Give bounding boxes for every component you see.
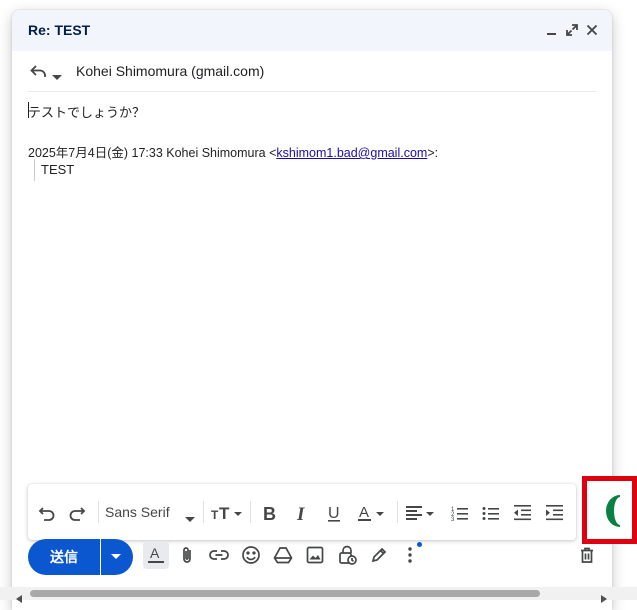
separator xyxy=(98,501,99,523)
indent-more-icon[interactable] xyxy=(546,503,564,523)
separator xyxy=(250,501,251,523)
link-icon[interactable] xyxy=(209,545,229,565)
quote-header: 2025年7月4日(金) 17:33 Kohei Shimomura <kshi… xyxy=(28,142,438,161)
svg-text:I: I xyxy=(296,504,305,523)
send-options-button[interactable] xyxy=(101,539,133,575)
bulleted-list-icon[interactable] xyxy=(482,503,500,523)
undo-icon[interactable] xyxy=(38,503,56,523)
svg-text:A: A xyxy=(359,504,369,521)
quote-email-link[interactable]: kshimom1.bad@gmail.com xyxy=(276,146,427,160)
svg-text:3: 3 xyxy=(451,517,455,523)
confidential-mode-icon[interactable] xyxy=(337,545,357,565)
minimize-icon[interactable] xyxy=(545,23,559,37)
recipient-row[interactable]: Kohei Shimomura (gmail.com) xyxy=(28,51,596,92)
formatting-options-icon[interactable]: A xyxy=(146,544,166,564)
svg-text:T: T xyxy=(219,504,230,523)
more-options-icon[interactable] xyxy=(400,545,420,565)
send-group: 送信 xyxy=(28,539,133,575)
highlight-box xyxy=(582,476,637,544)
quote-header-suffix: >: xyxy=(427,146,439,160)
scroll-right-icon[interactable] xyxy=(601,590,607,608)
body-text: テストでしょうか？ xyxy=(28,105,146,120)
title-bar[interactable]: Re: TEST xyxy=(12,10,612,51)
svg-text:U: U xyxy=(328,505,340,522)
text-color-icon[interactable]: A xyxy=(358,503,390,523)
scroll-left-icon[interactable] xyxy=(16,590,22,608)
gemini-icon[interactable] xyxy=(606,495,620,532)
bold-icon[interactable]: B xyxy=(262,503,278,524)
horizontal-scrollbar[interactable] xyxy=(0,587,637,603)
separator xyxy=(397,501,398,523)
svg-text:B: B xyxy=(263,504,276,523)
quote-header-prefix: 2025年7月4日(金) 17:33 Kohei Shimomura < xyxy=(28,146,277,160)
trash-icon[interactable] xyxy=(577,545,597,565)
window-title: Re: TEST xyxy=(28,22,91,38)
svg-text:A: A xyxy=(150,545,160,561)
scrollbar-thumb[interactable] xyxy=(30,590,540,597)
send-button[interactable]: 送信 xyxy=(28,539,100,575)
numbered-list-icon[interactable]: 123 xyxy=(451,503,469,523)
drive-icon[interactable] xyxy=(273,545,293,565)
expand-icon[interactable] xyxy=(565,23,579,37)
separator xyxy=(203,501,204,523)
formatting-toolbar: Sans Serif T T B I U A 123 xyxy=(28,484,576,540)
quote-bar xyxy=(34,159,35,181)
align-icon[interactable] xyxy=(406,503,438,523)
reply-icon[interactable] xyxy=(29,62,47,80)
svg-text:T: T xyxy=(211,508,219,522)
chevron-down-icon[interactable] xyxy=(185,510,195,530)
redo-icon[interactable] xyxy=(68,503,86,523)
emoji-icon[interactable] xyxy=(241,545,261,565)
attach-icon[interactable] xyxy=(178,545,198,565)
font-size-icon[interactable]: T T xyxy=(211,503,245,523)
quote-text: TEST xyxy=(41,162,75,177)
chevron-down-icon[interactable] xyxy=(52,68,62,80)
indent-less-icon[interactable] xyxy=(514,503,532,523)
italic-icon[interactable]: I xyxy=(295,503,311,525)
underline-icon[interactable]: U xyxy=(326,503,344,523)
recipient-name[interactable]: Kohei Shimomura (gmail.com) xyxy=(76,63,264,79)
close-icon[interactable] xyxy=(585,23,599,37)
signature-icon[interactable] xyxy=(369,545,389,565)
photo-icon[interactable] xyxy=(305,545,325,565)
font-family-select[interactable]: Sans Serif xyxy=(105,504,170,520)
